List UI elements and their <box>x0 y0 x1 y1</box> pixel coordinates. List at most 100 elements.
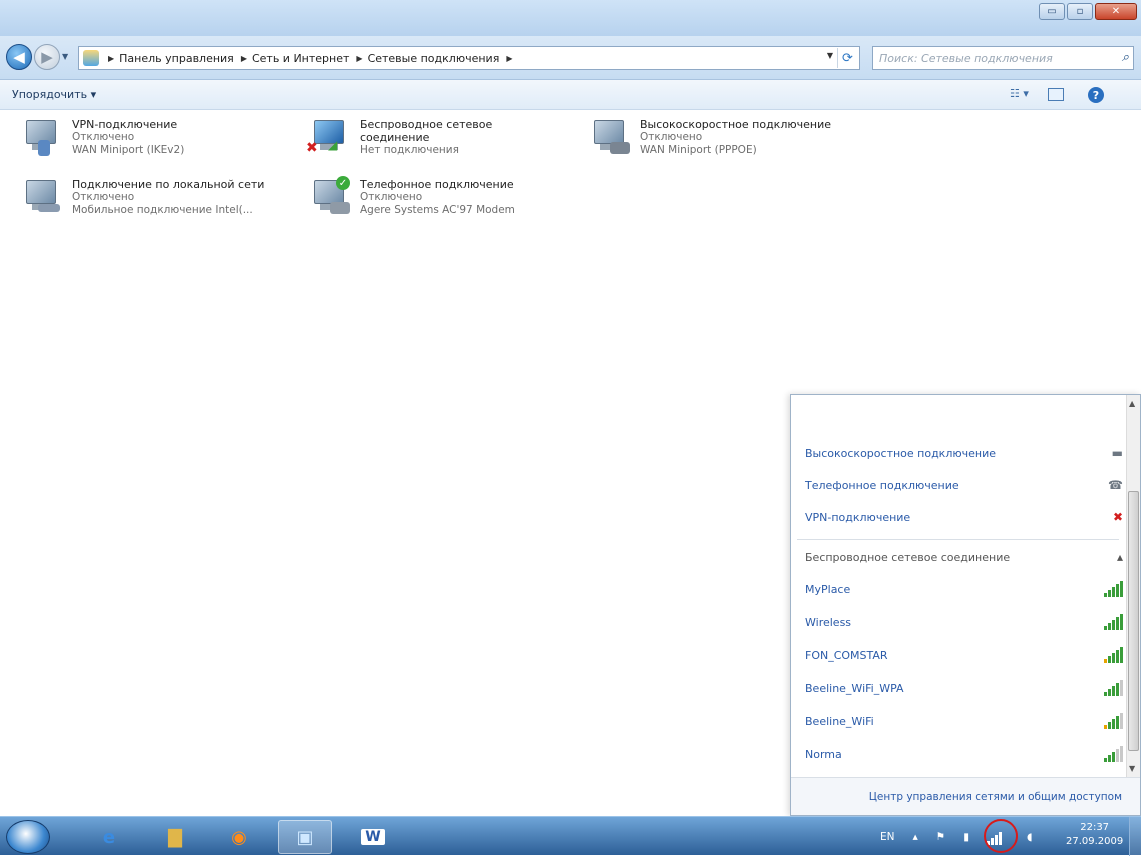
help-icon[interactable]: ? <box>1088 87 1104 103</box>
connection-device: WAN Miniport (IKEv2) <box>72 144 185 156</box>
control-panel-icon <box>83 50 99 66</box>
breadcrumb-network-internet[interactable]: Сеть и Интернет <box>252 52 349 65</box>
wifi-network-item[interactable]: FON_COMSTAR <box>805 639 1123 671</box>
clock-time: 22:37 <box>1080 822 1110 833</box>
address-dropdown-icon[interactable]: ▼ <box>827 51 833 60</box>
collapse-icon[interactable]: ▴ <box>1099 550 1123 564</box>
wifi-network-item[interactable]: Wireless <box>805 606 1123 638</box>
network-center-link-label: Центр управления сетями и общим доступом <box>868 790 1122 803</box>
signal-strength-icon <box>1104 581 1123 597</box>
connection-device: Мобильное подключение Intel(... <box>72 204 253 216</box>
connection-lan[interactable]: Подключение по локальной сети Отключено … <box>24 178 264 218</box>
dsl-device-icon <box>610 142 630 154</box>
dsl-device-icon: ▬ <box>1111 446 1123 460</box>
clock[interactable]: 22:37 27.09.2009 <box>1066 821 1123 849</box>
maximize-button[interactable]: ▫ <box>1067 3 1093 20</box>
breadcrumb-separator[interactable]: ▶ <box>241 54 247 63</box>
scroll-up-icon[interactable]: ▲ <box>1129 399 1135 408</box>
internet-explorer-icon[interactable]: e <box>82 820 136 854</box>
disconnected-icon: ✖ <box>1112 510 1123 524</box>
connection-status: Отключено <box>72 191 135 203</box>
modem-icon: ☎ <box>1108 478 1123 492</box>
wifi-network-label: Wireless <box>805 615 852 629</box>
connection-name: Высокоскоростное подключение <box>640 118 831 131</box>
wifi-network-item[interactable]: Norma <box>805 738 1123 770</box>
flyout-item-highspeed[interactable]: Высокоскоростное подключение ▬ <box>805 437 1123 469</box>
search-icon[interactable]: ⌕ <box>1122 50 1129 65</box>
breadcrumb-control-panel[interactable]: Панель управления <box>119 52 234 65</box>
show-hidden-icons[interactable]: ▴ <box>913 831 918 843</box>
word-icon[interactable]: W <box>346 820 400 854</box>
connection-device: Agere Systems AC'97 Modem <box>360 204 515 216</box>
connection-name: Подключение по локальной сети <box>72 178 265 191</box>
minimize-button[interactable]: ▭ <box>1039 3 1065 20</box>
flyout-scrollbar[interactable]: ▲ ▼ <box>1126 395 1140 777</box>
lan-connection-icon <box>24 178 64 218</box>
window-controls: ▭ ▫ ✕ <box>1039 3 1137 20</box>
section-label: Беспроводное сетевое соединение <box>805 550 1011 564</box>
wifi-network-label: FON_COMSTAR <box>805 648 888 662</box>
scroll-thumb[interactable] <box>1128 491 1139 751</box>
connection-dialup[interactable]: ✓ Телефонное подключение Отключено Agere… <box>312 176 515 218</box>
clock-date: 27.09.2009 <box>1066 836 1124 847</box>
power-icon[interactable]: ▮ <box>963 831 969 843</box>
connection-status: Отключено <box>640 131 703 143</box>
check-icon: ✓ <box>336 176 350 190</box>
forward-button[interactable]: ▶ <box>34 44 60 70</box>
taskbar: e ▇ ◉ ▣ W EN ▴ ⚑ ▮ ◖ 22:37 27.09.2009 <box>0 816 1141 856</box>
signal-strength-icon <box>1104 746 1123 762</box>
unsecured-signal-icon <box>1104 647 1123 663</box>
search-placeholder: Поиск: Сетевые подключения <box>879 51 1053 65</box>
breadcrumb-network-connections[interactable]: Сетевые подключения <box>368 52 500 65</box>
language-indicator[interactable]: EN <box>880 831 895 843</box>
disconnected-x-icon: ✖ <box>306 140 318 156</box>
signal-strength-icon <box>1104 614 1123 630</box>
highlight-circle <box>984 819 1018 853</box>
explorer-folder-icon[interactable]: ▇ <box>148 820 202 854</box>
connection-name: Телефонное подключение <box>360 178 514 191</box>
connection-wireless[interactable]: ✖ ◢ Беспроводное сетевое соединение Нет … <box>306 118 500 158</box>
wifi-network-item[interactable]: Beeline_WiFi_WPA <box>805 672 1123 704</box>
network-connections-taskbar-icon[interactable]: ▣ <box>278 820 332 854</box>
back-button[interactable]: ◀ <box>6 44 32 70</box>
flyout-item-label: Телефонное подключение <box>805 478 959 492</box>
connection-highspeed[interactable]: Высокоскоростное подключение Отключено W… <box>592 118 831 158</box>
connection-vpn[interactable]: VPN-подключение Отключено WAN Miniport (… <box>24 118 184 158</box>
network-cable-icon <box>38 204 60 212</box>
connection-status: Отключено <box>72 131 135 143</box>
media-player-icon[interactable]: ◉ <box>212 820 266 854</box>
address-row: ◀ ▶ ▼ ▶ Панель управления ▶ Сеть и Интер… <box>0 36 1141 80</box>
search-input[interactable]: Поиск: Сетевые подключения ⌕ <box>872 46 1134 70</box>
flyout-separator <box>797 539 1119 540</box>
wireless-section-header[interactable]: Беспроводное сетевое соединение ▴ <box>805 541 1123 573</box>
show-desktop-button[interactable] <box>1129 817 1141 856</box>
breadcrumb-separator[interactable]: ▶ <box>356 54 362 63</box>
recent-pages-dropdown[interactable]: ▼ <box>62 52 68 61</box>
highspeed-connection-icon <box>592 118 632 158</box>
action-center-icon[interactable]: ⚑ <box>936 831 945 843</box>
volume-icon[interactable]: ◖ <box>1027 831 1033 843</box>
change-view-icon[interactable]: ☷ ▾ <box>1010 87 1030 102</box>
signal-strength-icon <box>1104 680 1123 696</box>
flyout-item-dialup[interactable]: Телефонное подключение ☎ <box>805 469 1123 501</box>
network-center-link[interactable]: Центр управления сетями и общим доступом <box>791 777 1140 815</box>
scroll-down-icon[interactable]: ▼ <box>1129 764 1135 773</box>
flyout-item-vpn[interactable]: VPN-подключение ✖ <box>805 501 1123 533</box>
breadcrumb-separator[interactable]: ▶ <box>108 54 114 63</box>
start-button[interactable] <box>6 820 50 854</box>
preview-pane-icon[interactable] <box>1048 88 1064 101</box>
server-icon <box>38 140 50 156</box>
wifi-network-label: Beeline_WiFi_WPA <box>805 681 904 695</box>
flyout-item-label: VPN-подключение <box>805 510 911 524</box>
address-bar[interactable]: ▶ Панель управления ▶ Сеть и Интернет ▶ … <box>78 46 860 70</box>
modem-icon <box>330 202 350 214</box>
wireless-connection-icon: ✖ ◢ <box>306 118 352 158</box>
flyout-item-label: Высокоскоростное подключение <box>805 446 996 460</box>
wifi-network-item[interactable]: MyPlace <box>805 573 1123 605</box>
close-button[interactable]: ✕ <box>1095 3 1137 20</box>
organize-button[interactable]: Упорядочить ▾ <box>12 88 96 101</box>
wifi-network-item[interactable]: Beeline_WiFi <box>805 705 1123 737</box>
signal-icon: ◢ <box>328 138 338 152</box>
breadcrumb-separator[interactable]: ▶ <box>506 54 512 63</box>
refresh-icon[interactable]: ⟳ <box>837 48 857 68</box>
